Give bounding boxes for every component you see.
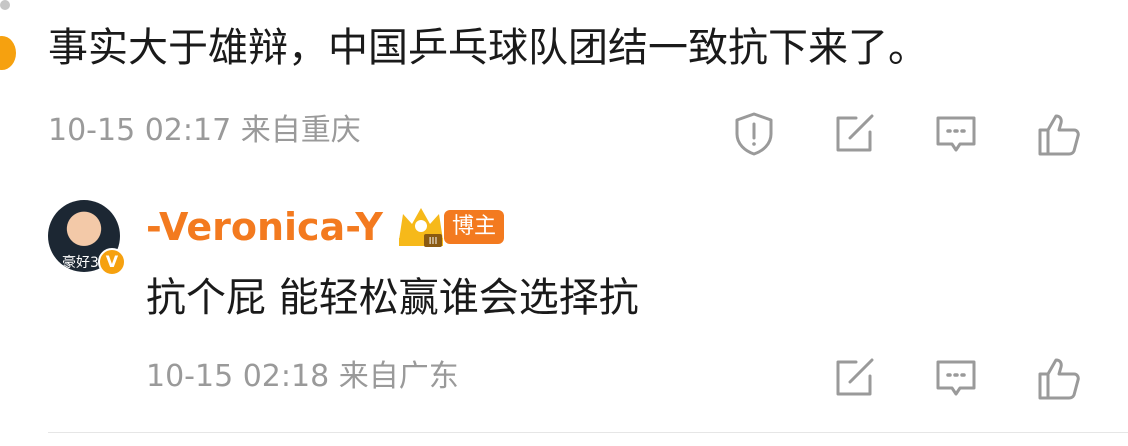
prev-avatar-fragment (0, 0, 10, 10)
share-icon[interactable] (830, 354, 878, 402)
comment-icon[interactable] (932, 110, 980, 158)
report-icon[interactable] (730, 110, 778, 158)
comment-icon[interactable] (932, 354, 980, 402)
avatar-caption: 豪好3 (62, 255, 99, 271)
verified-badge: V (98, 248, 126, 276)
user-avatar[interactable]: 豪好3 V (48, 200, 126, 276)
like-icon[interactable] (1034, 110, 1082, 158)
like-icon[interactable] (1034, 354, 1082, 402)
divider (48, 432, 1128, 433)
comment-meta: 10-15 02:17 来自重庆 (48, 113, 361, 148)
crown-level-text: III (429, 236, 438, 247)
username[interactable]: -Veronica-Y (146, 208, 383, 246)
comment-text: 事实大于雄辩，中国乒乓球队团结一致抗下来了。 (48, 25, 928, 71)
role-badge: 博主 (444, 210, 505, 244)
reply-meta: 10-15 02:18 来自广东 (146, 359, 459, 394)
crown-icon: III (396, 204, 446, 248)
share-icon[interactable] (830, 110, 878, 158)
commenter-avatar-partial[interactable] (0, 36, 16, 70)
reply-text: 抗个屁 能轻松赢谁会选择抗 (146, 275, 639, 321)
